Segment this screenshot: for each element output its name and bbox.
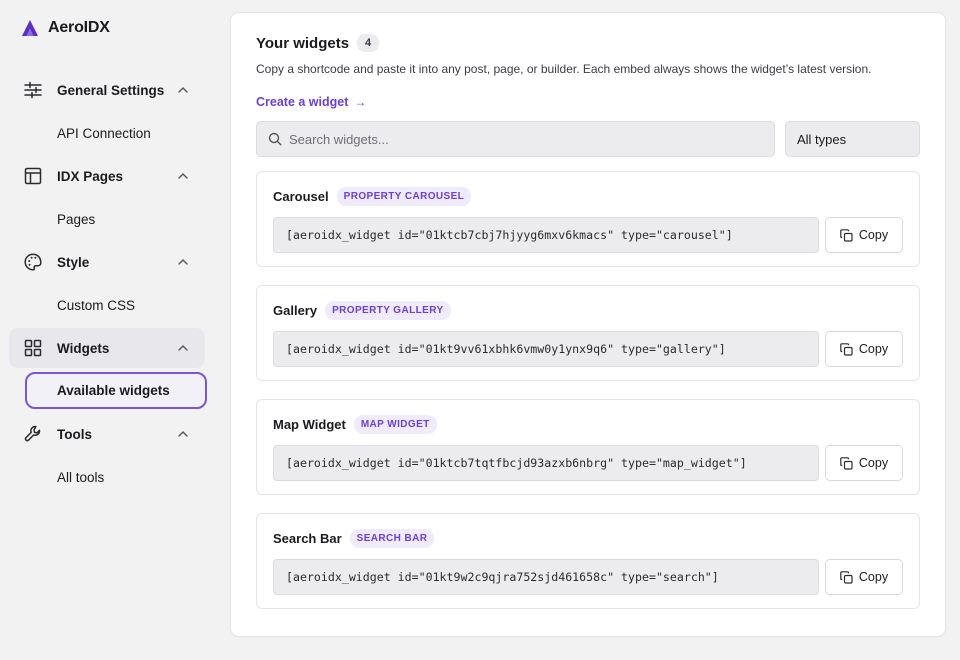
widget-count-badge: 4 (357, 34, 380, 52)
brand-name: AeroIDX (48, 19, 110, 36)
widget-name: Map Widget (273, 417, 346, 432)
widget-name: Search Bar (273, 531, 342, 546)
widget-name: Gallery (273, 303, 318, 318)
chevron-up-icon[interactable] (177, 170, 189, 182)
widget-header: Map Widget MAP WIDGET (273, 415, 437, 434)
page-header: Your widgets 4 (256, 34, 380, 52)
sidebar-section-label: General Settings (57, 82, 165, 98)
widget-header: Carousel PROPERTY CAROUSEL (273, 187, 472, 206)
create-widget-label: Create a widget (256, 95, 349, 109)
copy-button[interactable]: Copy (825, 217, 903, 253)
widget-type-badge: SEARCH BAR (349, 529, 435, 548)
widget-type-badge: PROPERTY CAROUSEL (336, 187, 472, 206)
copy-icon (840, 570, 853, 584)
main-panel: Your widgets 4 Copy a shortcode and past… (231, 13, 945, 636)
sidebar-item-label: Custom CSS (57, 298, 136, 313)
chevron-up-icon[interactable] (177, 428, 189, 440)
aeroidx-logo-icon (22, 20, 38, 36)
create-widget-link[interactable]: Create a widget → (256, 95, 366, 109)
chevron-up-icon[interactable] (177, 342, 189, 354)
widget-card-carousel: Carousel PROPERTY CAROUSEL [aeroidx_widg… (256, 171, 920, 267)
widget-card-map-widget: Map Widget MAP WIDGET [aeroidx_widget id… (256, 399, 920, 495)
sidebar-item-label: API Connection (57, 126, 151, 141)
sidebar-section-style[interactable]: Style (9, 242, 205, 282)
copy-button[interactable]: Copy (825, 331, 903, 367)
sidebar-section-label: Widgets (57, 340, 110, 356)
chevron-up-icon[interactable] (177, 256, 189, 268)
wrench-icon (24, 425, 41, 442)
copy-button[interactable]: Copy (825, 559, 903, 595)
sidebar-section-label: Style (57, 254, 90, 270)
sidebar-section-label: IDX Pages (57, 168, 124, 184)
layout-icon (24, 167, 42, 185)
page-subtitle: Copy a shortcode and paste it into any p… (256, 62, 872, 76)
copy-button-label: Copy (858, 456, 889, 470)
copy-icon (840, 228, 853, 242)
sidebar-section-widgets[interactable]: Widgets (9, 328, 205, 368)
sidebar: AeroIDX General Settings API Connection … (0, 0, 222, 660)
copy-icon (840, 456, 853, 470)
sidebar-item-custom-css[interactable]: Custom CSS (25, 287, 207, 324)
sidebar-item-label: Pages (57, 212, 96, 227)
widget-card-search-bar: Search Bar SEARCH BAR [aeroidx_widget id… (256, 513, 920, 609)
palette-icon (24, 253, 42, 271)
widget-type-badge: MAP WIDGET (353, 415, 437, 434)
search-icon (268, 132, 282, 146)
sidebar-item-api-connection[interactable]: API Connection (25, 115, 207, 152)
widget-card-gallery: Gallery PROPERTY GALLERY [aeroidx_widget… (256, 285, 920, 381)
sidebar-section-general-settings[interactable]: General Settings (9, 70, 205, 110)
widget-name: Carousel (273, 189, 329, 204)
copy-button-label: Copy (858, 228, 889, 242)
widget-type-badge: PROPERTY GALLERY (325, 301, 451, 320)
sidebar-item-available-widgets[interactable]: Available widgets (25, 372, 207, 409)
page-title: Your widgets (256, 34, 350, 52)
widget-header: Search Bar SEARCH BAR (273, 529, 435, 548)
sidebar-section-idx-pages[interactable]: IDX Pages (9, 156, 205, 196)
copy-button-label: Copy (858, 570, 889, 584)
grid-icon (24, 339, 42, 357)
sidebar-item-label: Available widgets (57, 383, 170, 398)
shortcode-field[interactable]: [aeroidx_widget id="01ktcb7cbj7hjyyg6mxv… (273, 217, 819, 253)
shortcode-field[interactable]: [aeroidx_widget id="01kt9vv61xbhk6vmw0y1… (273, 331, 819, 367)
search-input[interactable] (289, 131, 749, 147)
copy-button-label: Copy (858, 342, 889, 356)
sidebar-section-label: Tools (57, 426, 92, 442)
copy-icon (840, 342, 853, 356)
shortcode-field[interactable]: [aeroidx_widget id="01kt9w2c9qjra752sjd4… (273, 559, 819, 595)
arrow-right-icon: → (354, 95, 367, 109)
chevron-up-icon[interactable] (177, 84, 189, 96)
sidebar-item-pages[interactable]: Pages (25, 201, 207, 238)
shortcode-field[interactable]: [aeroidx_widget id="01ktcb7tqtfbcjd93azx… (273, 445, 819, 481)
type-filter-select[interactable]: All types (785, 121, 920, 157)
sidebar-item-all-tools[interactable]: All tools (25, 459, 207, 496)
sidebar-section-tools[interactable]: Tools (9, 414, 205, 454)
sidebar-item-label: All tools (57, 470, 105, 485)
sliders-icon (24, 81, 42, 99)
copy-button[interactable]: Copy (825, 445, 903, 481)
search-widgets-field[interactable] (256, 121, 775, 157)
brand[interactable]: AeroIDX (21, 19, 110, 37)
widget-header: Gallery PROPERTY GALLERY (273, 301, 451, 320)
type-filter-value: All types (797, 131, 847, 147)
